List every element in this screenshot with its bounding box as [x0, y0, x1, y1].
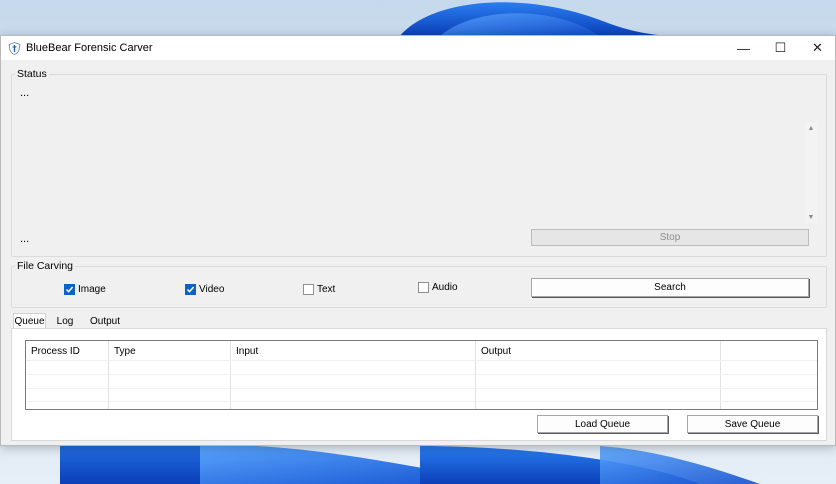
column-header[interactable]: Type [114, 346, 136, 357]
column-process-id: Process ID [26, 341, 109, 409]
title-bar[interactable]: BlueBear Forensic Carver — ☐ ✕ [1, 36, 835, 60]
minimize-button[interactable]: — [725, 36, 762, 60]
empty-checkbox-icon [418, 282, 429, 293]
status-text-bottom: ... [20, 233, 30, 245]
close-button[interactable]: ✕ [799, 36, 836, 60]
search-button[interactable]: Search [531, 278, 809, 297]
column-header[interactable]: Process ID [31, 346, 80, 357]
status-text-top: ... [20, 87, 30, 99]
row-divider [26, 388, 817, 389]
queue-table[interactable]: Process ID Type Input Output [25, 340, 818, 410]
status-scrollbar[interactable]: ▲ ▼ [805, 122, 817, 223]
status-group: Status ... ▲ ▼ ... Stop [11, 68, 827, 257]
text-checkbox-label: Text [317, 284, 336, 295]
save-queue-button[interactable]: Save Queue [687, 415, 818, 433]
shield-icon [8, 42, 21, 55]
row-divider [26, 401, 817, 402]
text-checkbox[interactable]: Text [303, 284, 335, 295]
column-output: Output [476, 341, 721, 409]
app-window: BlueBear Forensic Carver — ☐ ✕ Status ..… [0, 35, 836, 446]
column-type: Type [109, 341, 231, 409]
file-carving-group: File Carving Image Video Text Audio Sear… [11, 260, 827, 308]
load-queue-button[interactable]: Load Queue [537, 415, 668, 433]
column-header[interactable]: Output [481, 346, 511, 357]
column-input: Input [231, 341, 476, 409]
maximize-button[interactable]: ☐ [762, 36, 799, 60]
video-checkbox-label: Video [199, 284, 225, 295]
tab-queue[interactable]: Queue [13, 313, 46, 329]
checkmark-icon [185, 284, 196, 295]
window-title: BlueBear Forensic Carver [26, 42, 153, 54]
row-divider [26, 360, 817, 361]
tab-log[interactable]: Log [51, 313, 79, 329]
scroll-down-icon[interactable]: ▼ [805, 211, 817, 223]
column-extra [721, 341, 817, 409]
status-group-label: Status [15, 68, 49, 80]
scroll-up-icon[interactable]: ▲ [805, 122, 817, 134]
maximize-icon: ☐ [774, 40, 787, 55]
audio-checkbox-label: Audio [432, 282, 458, 293]
file-carving-label: File Carving [15, 260, 76, 272]
image-checkbox[interactable]: Image [64, 284, 106, 295]
queue-panel: Process ID Type Input Output Load Queue … [11, 328, 827, 441]
column-header[interactable]: Input [236, 346, 258, 357]
stop-button[interactable]: Stop [531, 229, 809, 246]
checkmark-icon [64, 284, 75, 295]
close-icon: ✕ [812, 40, 823, 55]
row-divider [26, 374, 817, 375]
video-checkbox[interactable]: Video [185, 284, 224, 295]
audio-checkbox[interactable]: Audio [418, 282, 458, 293]
image-checkbox-label: Image [78, 284, 106, 295]
tab-output[interactable]: Output [83, 313, 127, 329]
empty-checkbox-icon [303, 284, 314, 295]
minimize-icon: — [737, 40, 750, 56]
